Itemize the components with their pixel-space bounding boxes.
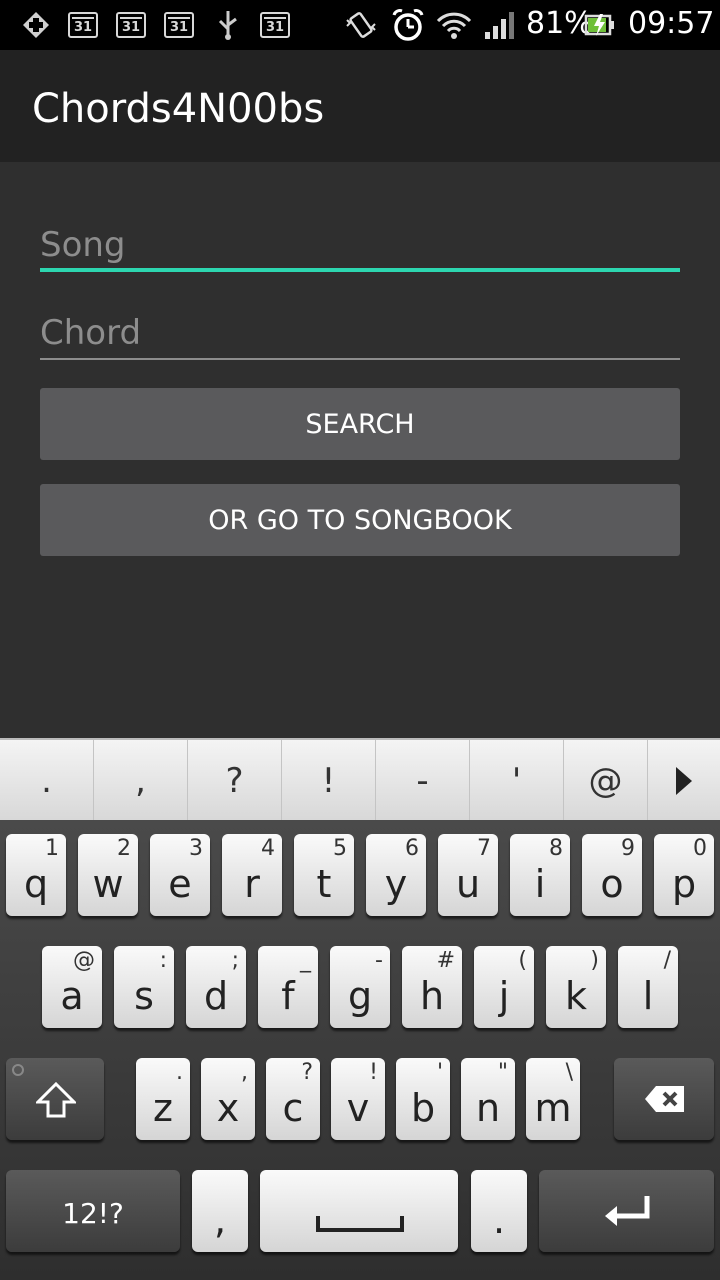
songbook-button[interactable]: OR GO TO SONGBOOK	[40, 484, 680, 556]
wifi-icon	[436, 10, 472, 40]
suggestion-key[interactable]: ,	[94, 740, 188, 822]
key-n[interactable]: " n	[461, 1058, 515, 1140]
chord-input-underline	[40, 358, 680, 360]
app-title: Chords4N00bs	[32, 86, 325, 132]
calendar-icon: 31	[164, 12, 194, 38]
symbols-key[interactable]: 12!?	[6, 1170, 180, 1252]
key-j[interactable]: (j	[474, 946, 534, 1028]
calendar-icon: 31	[260, 12, 290, 38]
key-z[interactable]: .z	[136, 1058, 190, 1140]
key-y[interactable]: 6y	[366, 834, 426, 916]
battery-percent: 81%	[526, 6, 593, 41]
suggestion-bar: . , ? ! - ' @	[0, 738, 720, 822]
key-f[interactable]: _ f	[258, 946, 318, 1028]
key-d[interactable]: ; d	[186, 946, 246, 1028]
key-s[interactable]: :s	[114, 946, 174, 1028]
song-input-underline	[40, 268, 680, 272]
key-i[interactable]: 8i	[510, 834, 570, 916]
chord-field[interactable]	[40, 300, 680, 360]
health-icon	[22, 10, 50, 40]
action-bar: Chords4N00bs	[0, 50, 720, 162]
key-period[interactable]: .	[471, 1170, 527, 1252]
suggestion-key[interactable]: -	[376, 740, 470, 822]
suggestion-key[interactable]: ?	[188, 740, 282, 822]
key-h[interactable]: # h	[402, 946, 462, 1028]
key-p[interactable]: 0p	[654, 834, 714, 916]
enter-icon	[605, 1196, 650, 1226]
song-input[interactable]	[40, 212, 680, 272]
key-e[interactable]: 3e	[150, 834, 210, 916]
suggestion-key[interactable]: .	[0, 740, 94, 822]
enter-key[interactable]	[539, 1170, 714, 1252]
key-w[interactable]: 2w	[78, 834, 138, 916]
key-t[interactable]: 5t	[294, 834, 354, 916]
alarm-icon	[390, 9, 426, 41]
spacebar-key[interactable]	[260, 1170, 458, 1252]
more-suggestions-arrow-icon[interactable]	[648, 740, 720, 822]
key-u[interactable]: 7u	[438, 834, 498, 916]
key-b[interactable]: ' b	[396, 1058, 450, 1140]
search-button[interactable]: SEARCH	[40, 388, 680, 460]
song-field[interactable]	[40, 212, 680, 272]
suggestion-key[interactable]: '	[470, 740, 564, 822]
key-q[interactable]: 1q	[6, 834, 66, 916]
key-v[interactable]: ! v	[331, 1058, 385, 1140]
shift-indicator-icon	[12, 1064, 24, 1076]
search-form: SEARCH OR GO TO SONGBOOK	[0, 162, 720, 738]
suggestion-key[interactable]: @	[564, 740, 648, 822]
key-l[interactable]: / l	[618, 946, 678, 1028]
suggestion-key[interactable]: !	[282, 740, 376, 822]
shift-arrow-icon	[36, 1082, 76, 1118]
signal-icon	[484, 10, 518, 40]
key-o[interactable]: 9o	[582, 834, 642, 916]
key-m[interactable]: \ m	[526, 1058, 580, 1140]
chord-input[interactable]	[40, 300, 680, 360]
clock: 09:57	[628, 6, 715, 41]
calendar-icon: 31	[116, 12, 146, 38]
key-k[interactable]: ) k	[546, 946, 606, 1028]
shift-key[interactable]	[6, 1058, 104, 1140]
key-comma[interactable]: ,	[192, 1170, 248, 1252]
key-c[interactable]: ? c	[266, 1058, 320, 1140]
backspace-key[interactable]	[614, 1058, 714, 1140]
key-x[interactable]: ,x	[201, 1058, 255, 1140]
key-g[interactable]: -g	[330, 946, 390, 1028]
usb-icon	[214, 10, 242, 40]
space-icon	[316, 1216, 404, 1232]
screen: 31 31 31 31 81% 09:57 Chords4N00bs Song …	[0, 0, 720, 1280]
battery-charging-icon	[584, 10, 616, 40]
backspace-icon	[645, 1086, 684, 1112]
status-bar: 31 31 31 31 81% 09:57	[0, 0, 720, 50]
soft-keyboard: . , ? ! - ' @ 1q 2w 3e 4r 5t 6y 7u 8i 9o…	[0, 738, 720, 1280]
calendar-icon: 31	[68, 12, 98, 38]
key-a[interactable]: @ a	[42, 946, 102, 1028]
vibrate-icon	[344, 10, 378, 40]
key-r[interactable]: 4r	[222, 834, 282, 916]
keyboard-keys: 1q 2w 3e 4r 5t 6y 7u 8i 9o 0p @ a :s ; d _…	[0, 820, 720, 1280]
